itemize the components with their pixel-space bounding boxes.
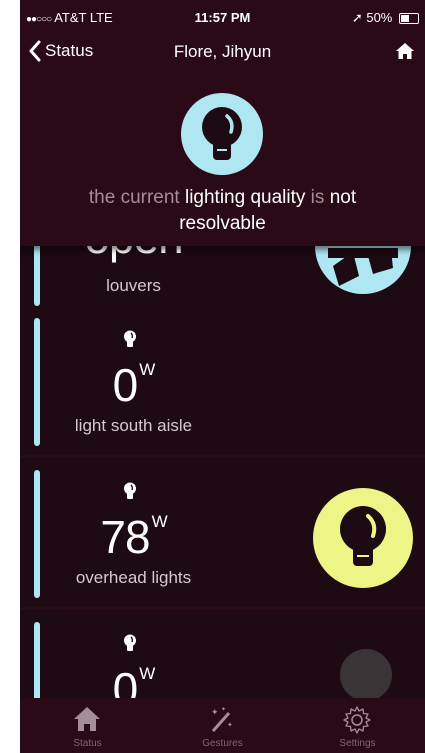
card-overhead-lights[interactable]: 78 W overhead lights: [20, 462, 425, 610]
tab-label: Status: [73, 738, 102, 749]
tab-status[interactable]: Status: [20, 698, 155, 753]
card-value: 0W: [20, 358, 247, 412]
tab-label: Settings: [339, 738, 376, 749]
home-button[interactable]: [395, 41, 415, 66]
nav-bar: Status Flore, Jihyun: [20, 36, 425, 70]
card-label: louvers: [106, 276, 161, 295]
lightbulb-icon: [124, 330, 136, 347]
card-label: overhead lights: [75, 568, 192, 587]
tab-bar: Status ✦ ✦ ✦ Gestures Settings: [20, 698, 425, 753]
card-label: light south aisle: [74, 416, 193, 435]
lightbulb-on-icon: [313, 488, 413, 588]
svg-text:✦: ✦: [211, 708, 219, 718]
lightbulb-icon: [181, 93, 263, 175]
battery-percent: 50%: [366, 10, 393, 25]
house-icon: [74, 707, 100, 731]
lightbulb-icon: [124, 634, 136, 651]
page-title: Flore, Jihyun: [173, 42, 272, 61]
status-bar: ●●○○○ AT&T LTE 11:57 PM ➚ 50%: [20, 0, 425, 36]
svg-text:✦: ✦: [221, 706, 226, 713]
card-light-south-aisle[interactable]: 0W light south aisle: [20, 310, 425, 458]
watt-value: 78: [100, 511, 150, 563]
tab-settings[interactable]: Settings: [290, 698, 425, 753]
location-arrow-icon: ➚: [351, 10, 363, 25]
message-prefix: the current: [88, 187, 185, 208]
magic-wand-icon: ✦ ✦ ✦: [211, 706, 233, 732]
tab-gestures[interactable]: ✦ ✦ ✦ Gestures: [155, 698, 290, 753]
svg-text:✦: ✦: [227, 721, 233, 729]
watt-unit: W: [151, 512, 168, 531]
watt-unit: W: [139, 360, 155, 379]
tab-label: Gestures: [202, 738, 243, 749]
battery-icon: [399, 13, 419, 24]
battery-info: ➚ 50%: [352, 10, 419, 26]
phone-screen: ●●○○○ AT&T LTE 11:57 PM ➚ 50% Status Flor…: [20, 0, 425, 753]
message-middle: is: [305, 187, 330, 208]
watt-unit: W: [139, 664, 155, 683]
house-icon: [396, 43, 414, 59]
gear-icon: [343, 706, 371, 734]
lightbulb-icon: [124, 482, 136, 499]
lighting-quality-header: the current lighting quality is not reso…: [20, 70, 425, 246]
message-metric: lighting quality: [184, 187, 306, 208]
card-value: 78 W: [20, 510, 247, 564]
lighting-quality-message: the current lighting quality is not reso…: [50, 185, 395, 237]
watt-value: 0: [112, 359, 139, 411]
